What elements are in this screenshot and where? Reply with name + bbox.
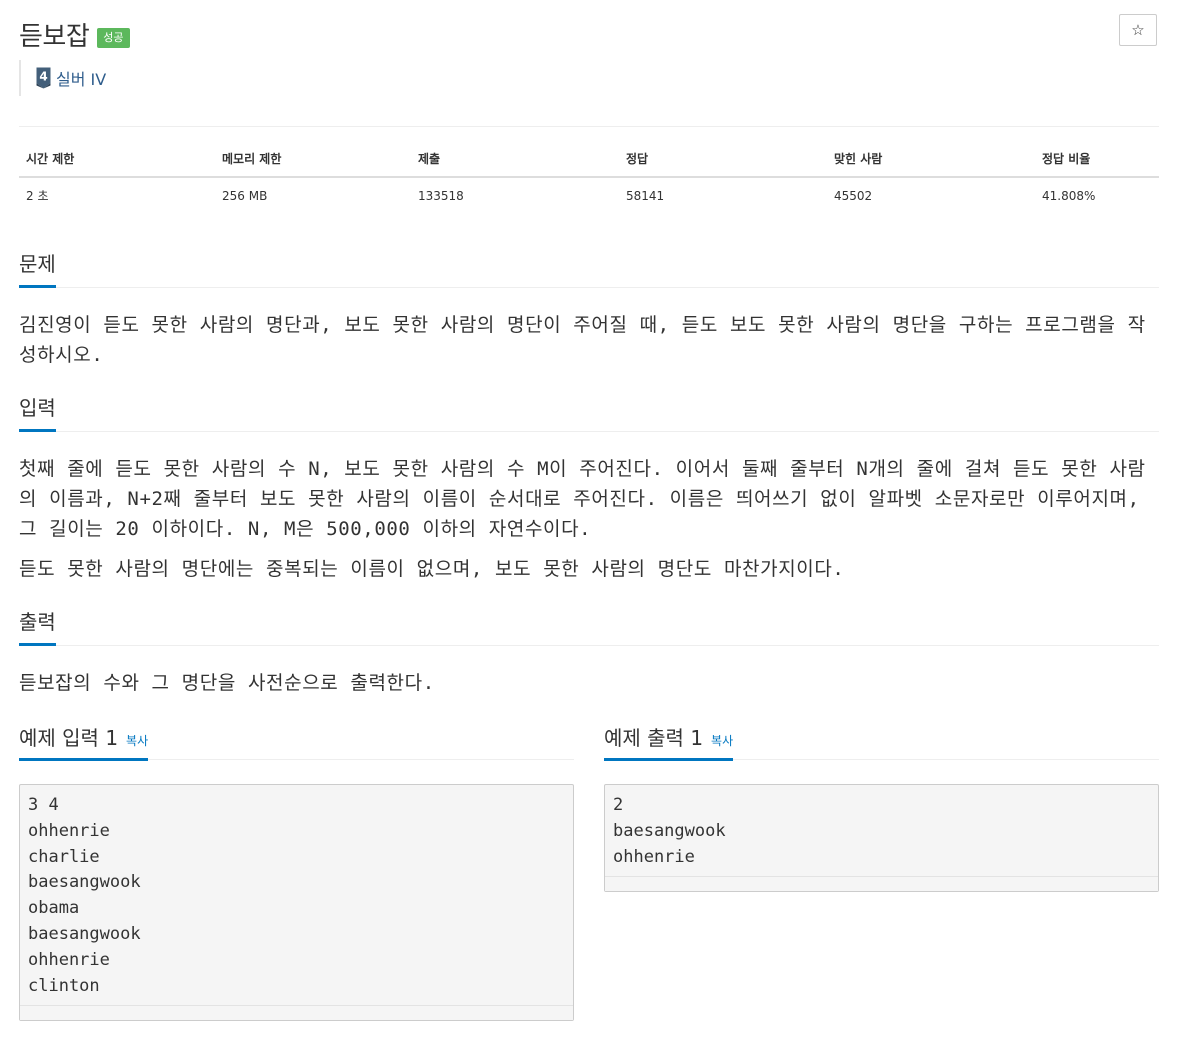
silver-tier-icon: 4 bbox=[36, 67, 51, 89]
sample-output-header: 예제 출력 1 복사 bbox=[604, 722, 1159, 761]
problem-title: 듣보잡 bbox=[19, 21, 90, 52]
sample-title: 예제 입력 1 bbox=[19, 726, 119, 750]
copy-sample-input-button[interactable]: 복사 bbox=[126, 734, 148, 748]
sample-line: baesangwook bbox=[613, 820, 726, 841]
input-description: 첫째 줄에 듣도 못한 사람의 수 N, 보도 못한 사람의 수 M이 주어진다… bbox=[19, 454, 1159, 584]
sample-line: 2 bbox=[613, 795, 624, 815]
problem-description-header: 문제 bbox=[19, 248, 1159, 288]
status-badge: 성공 bbox=[97, 28, 130, 48]
sample-title: 예제 출력 1 bbox=[604, 726, 704, 750]
divider bbox=[19, 126, 1159, 127]
sample-line: baesangwook bbox=[28, 923, 141, 944]
problem-info-table: 시간 제한 메모리 제한 제출 정답 맞힌 사람 정답 비율 2 초 256 M… bbox=[19, 142, 1159, 213]
value-solved-users: 45502 bbox=[834, 188, 873, 203]
value-submissions[interactable]: 133518 bbox=[411, 177, 619, 213]
sample-input-section: 예제 입력 1 복사 3 4 ohhenrie charlie baesangwo… bbox=[19, 722, 574, 1022]
paragraph: 첫째 줄에 듣도 못한 사람의 수 N, 보도 못한 사람의 수 M이 주어진다… bbox=[19, 458, 1146, 540]
sample-line: ohhenrie bbox=[28, 820, 110, 841]
output-description-header: 출력 bbox=[19, 606, 1159, 646]
info-value-row: 2 초 256 MB 133518 58141 45502 41.808% bbox=[19, 177, 1159, 213]
section-heading: 입력 bbox=[19, 392, 56, 432]
problem-tier[interactable]: 4 실버 IV bbox=[19, 60, 106, 96]
title-row: 듣보잡 성공 bbox=[19, 14, 130, 54]
value-accepted: 58141 bbox=[626, 188, 665, 203]
sample-heading: 예제 입력 1 복사 bbox=[19, 722, 149, 761]
sample-line: 3 4 bbox=[28, 795, 59, 815]
header-submissions: 제출 bbox=[411, 142, 619, 178]
sample-line: charlie bbox=[28, 846, 100, 867]
value-memory-limit: 256 MB bbox=[222, 188, 268, 203]
sample-line: baesangwook bbox=[28, 872, 141, 893]
info-header-row: 시간 제한 메모리 제한 제출 정답 맞힌 사람 정답 비율 bbox=[19, 142, 1159, 178]
sample-output-section: 예제 출력 1 복사 2 baesangwook ohhenrie bbox=[604, 722, 1159, 893]
sample-heading: 예제 출력 1 복사 bbox=[604, 722, 734, 761]
favorite-button[interactable]: ☆ bbox=[1119, 14, 1157, 46]
paragraph: 김진영이 듣도 못한 사람의 명단과, 보도 못한 사람의 명단이 주어질 때,… bbox=[19, 314, 1146, 366]
sample-input-header: 예제 입력 1 복사 bbox=[19, 722, 574, 761]
sample-line: obama bbox=[28, 898, 80, 919]
tier-label: 실버 IV bbox=[56, 70, 107, 89]
header-solved-users: 맞힌 사람 bbox=[827, 142, 1035, 178]
paragraph: 듣보잡의 수와 그 명단을 사전순으로 출력한다. bbox=[19, 672, 435, 694]
value-time-limit: 2 초 bbox=[26, 189, 49, 203]
section-heading: 출력 bbox=[19, 606, 56, 646]
header-accepted: 정답 bbox=[619, 142, 827, 178]
star-outline-icon: ☆ bbox=[1131, 21, 1145, 39]
sample-line: ohhenrie bbox=[28, 949, 110, 970]
output-description: 듣보잡의 수와 그 명단을 사전순으로 출력한다. bbox=[19, 668, 1159, 698]
sample-line: ohhenrie bbox=[613, 846, 695, 867]
copy-sample-output-button[interactable]: 복사 bbox=[711, 734, 733, 748]
problem-description: 김진영이 듣도 못한 사람의 명단과, 보도 못한 사람의 명단이 주어질 때,… bbox=[19, 310, 1159, 370]
sample-line: clinton bbox=[28, 975, 100, 996]
horizontal-scrollbar[interactable] bbox=[20, 1005, 573, 1021]
sample-output-box[interactable]: 2 baesangwook ohhenrie bbox=[604, 784, 1159, 893]
input-description-header: 입력 bbox=[19, 392, 1159, 432]
section-heading: 문제 bbox=[19, 248, 56, 288]
header-time-limit: 시간 제한 bbox=[19, 142, 215, 178]
value-accept-ratio: 41.808% bbox=[1042, 188, 1096, 203]
tier-number: 4 bbox=[39, 70, 47, 84]
paragraph: 듣도 못한 사람의 명단에는 중복되는 이름이 없으며, 보도 못한 사람의 명… bbox=[19, 558, 845, 580]
horizontal-scrollbar[interactable] bbox=[605, 876, 1158, 892]
header-accept-ratio: 정답 비율 bbox=[1035, 142, 1159, 178]
sample-input-box[interactable]: 3 4 ohhenrie charlie baesangwook obama b… bbox=[19, 784, 574, 1022]
header-memory-limit: 메모리 제한 bbox=[215, 142, 411, 178]
